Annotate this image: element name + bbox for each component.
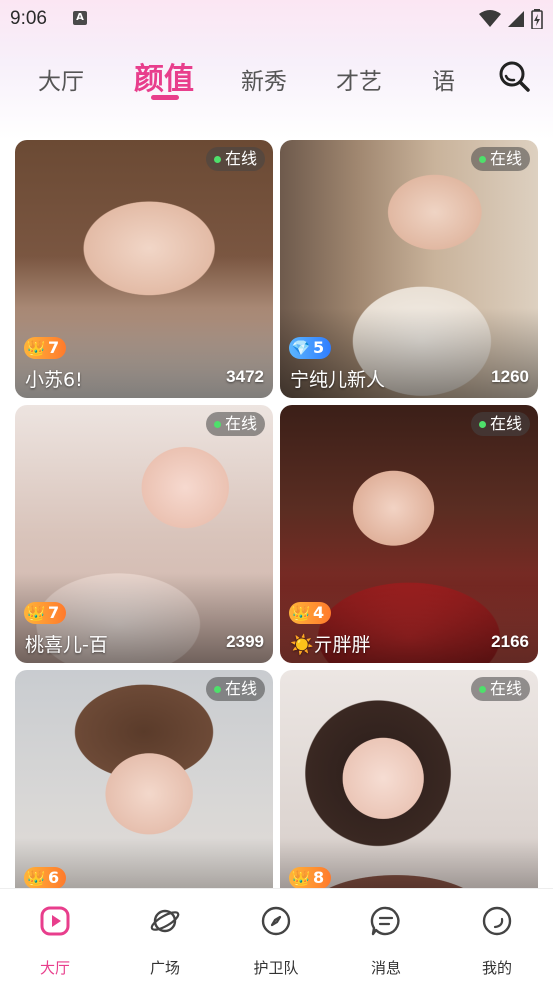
signal-icon bbox=[508, 11, 524, 27]
status-time: 9:06 bbox=[10, 8, 47, 29]
level-badge: 👑 6 bbox=[24, 867, 67, 888]
nav-label: 消息 bbox=[370, 959, 401, 977]
streamer-card[interactable]: 在线 👑 8 bbox=[280, 670, 538, 888]
tab-newcomers[interactable]: 新秀 bbox=[241, 62, 287, 96]
streamer-name: 桃喜儿-百 bbox=[25, 634, 108, 656]
streamer-grid: 在线 👑 7 小苏6! 3472 在线 💎 5 宁纯儿新人 1260 在线 👑 7 桃… bbox=[0, 140, 553, 888]
online-text: 在线 bbox=[224, 679, 257, 698]
tab-talent[interactable]: 才艺 bbox=[336, 62, 382, 96]
online-dot bbox=[478, 155, 486, 163]
viewer-count: 2166 bbox=[491, 632, 529, 651]
bottom-navigation: 大厅 广场 护卫队 消息 我的 bbox=[0, 888, 553, 983]
profile-icon bbox=[482, 906, 512, 936]
nav-item-square[interactable]: 广场 bbox=[110, 889, 220, 983]
streamer-card[interactable]: 在线 👑 7 小苏6! 3472 bbox=[15, 140, 273, 398]
nav-item-profile[interactable]: 我的 bbox=[442, 889, 552, 983]
online-badge: 在线 bbox=[470, 147, 530, 171]
level-number: 8 bbox=[313, 868, 325, 887]
online-dot bbox=[213, 155, 221, 163]
crown-icon: 👑 bbox=[291, 604, 311, 622]
streamer-name: 宁纯儿新人 bbox=[290, 369, 386, 391]
planet-icon bbox=[150, 909, 180, 933]
tab-hall[interactable]: 大厅 bbox=[38, 62, 84, 96]
play-icon bbox=[40, 906, 70, 936]
notification-icon: A bbox=[73, 11, 87, 25]
level-number: 5 bbox=[313, 338, 325, 357]
nav-item-hall[interactable]: 大厅 bbox=[0, 889, 110, 983]
wifi-icon bbox=[479, 10, 501, 27]
level-badge: 👑 7 bbox=[24, 337, 67, 359]
online-dot bbox=[478, 685, 486, 693]
status-bar: 9:06 A bbox=[0, 0, 553, 40]
viewer-count: 1260 bbox=[491, 367, 529, 386]
online-text: 在线 bbox=[489, 679, 522, 698]
online-text: 在线 bbox=[489, 149, 522, 168]
category-tabs: 大厅 颜值 新秀 才艺 语 bbox=[0, 48, 553, 108]
online-badge: 在线 bbox=[205, 677, 265, 701]
viewer-count: 3472 bbox=[226, 367, 264, 386]
nav-label: 大厅 bbox=[39, 959, 70, 977]
compass-icon bbox=[261, 906, 291, 936]
active-tab-indicator bbox=[151, 95, 179, 100]
nav-item-messages[interactable]: 消息 bbox=[331, 889, 441, 983]
streamer-card[interactable]: 在线 👑 4 ☀️亓胖胖 2166 bbox=[280, 405, 538, 663]
online-text: 在线 bbox=[224, 414, 257, 433]
streamer-name: ☀️亓胖胖 bbox=[290, 634, 371, 656]
crown-icon: 👑 bbox=[26, 339, 46, 357]
nav-label: 我的 bbox=[481, 959, 512, 977]
online-dot bbox=[478, 420, 486, 428]
level-badge: 👑 7 bbox=[24, 602, 67, 624]
tab-voice[interactable]: 语 bbox=[432, 62, 455, 96]
online-text: 在线 bbox=[224, 149, 257, 168]
online-badge: 在线 bbox=[205, 147, 265, 171]
diamond-icon: 💎 bbox=[291, 339, 311, 357]
message-icon bbox=[370, 906, 400, 936]
system-icons bbox=[479, 8, 543, 30]
crown-icon: 👑 bbox=[291, 869, 311, 887]
tab-overflow-clip: 语 bbox=[432, 48, 462, 108]
level-badge: 👑 8 bbox=[289, 867, 332, 888]
battery-icon bbox=[531, 9, 543, 29]
search-icon[interactable] bbox=[496, 58, 532, 94]
online-text: 在线 bbox=[489, 414, 522, 433]
streamer-card[interactable]: 在线 👑 6 bbox=[15, 670, 273, 888]
streamer-name: 小苏6! bbox=[25, 369, 83, 391]
crown-icon: 👑 bbox=[26, 869, 46, 887]
nav-label: 护卫队 bbox=[253, 959, 299, 977]
online-dot bbox=[213, 420, 221, 428]
level-number: 4 bbox=[313, 603, 325, 622]
level-number: 6 bbox=[48, 868, 60, 887]
nav-label: 广场 bbox=[149, 959, 180, 977]
streamer-card[interactable]: 在线 💎 5 宁纯儿新人 1260 bbox=[280, 140, 538, 398]
online-badge: 在线 bbox=[470, 677, 530, 701]
nav-item-guards[interactable]: 护卫队 bbox=[221, 889, 331, 983]
streamer-card[interactable]: 在线 👑 7 桃喜儿-百 2399 bbox=[15, 405, 273, 663]
level-number: 7 bbox=[48, 603, 60, 622]
crown-icon: 👑 bbox=[26, 604, 46, 622]
online-badge: 在线 bbox=[205, 412, 265, 436]
level-number: 7 bbox=[48, 338, 60, 357]
tab-looks[interactable]: 颜值 bbox=[134, 54, 194, 98]
level-badge: 💎 5 bbox=[289, 337, 332, 359]
online-dot bbox=[213, 685, 221, 693]
viewer-count: 2399 bbox=[226, 632, 264, 651]
online-badge: 在线 bbox=[470, 412, 530, 436]
level-badge: 👑 4 bbox=[289, 602, 332, 624]
